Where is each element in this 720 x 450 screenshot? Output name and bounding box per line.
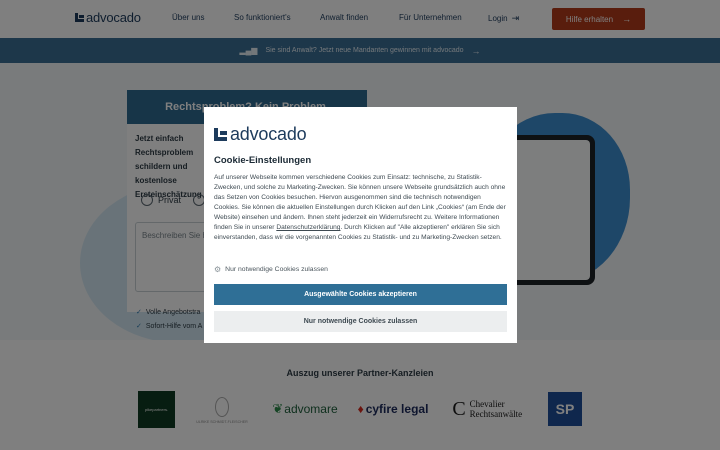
logo-mark-icon xyxy=(214,128,227,141)
necessary-cookies-option[interactable]: ⚙ Nur notwendige Cookies zulassen xyxy=(214,265,328,274)
privacy-policy-link[interactable]: Datenschutzerklärung xyxy=(276,224,340,231)
cookie-text-part: Auf unserer Webseite kommen verschiedene… xyxy=(214,174,506,231)
cookie-dialog-text: Auf unserer Webseite kommen verschiedene… xyxy=(214,173,507,243)
brand-name: advocado xyxy=(230,124,307,144)
gear-icon: ⚙ xyxy=(214,265,222,274)
accept-selected-cookies-button[interactable]: Ausgewählte Cookies akzeptieren xyxy=(214,284,507,305)
necessary-cookies-only-button[interactable]: Nur notwendige Cookies zulassen xyxy=(214,311,507,332)
cookie-dialog-title: Cookie-Einstellungen xyxy=(214,155,312,166)
necessary-cookies-option-label: Nur notwendige Cookies zulassen xyxy=(225,266,328,273)
cookie-settings-dialog: advocado Cookie-Einstellungen Auf unsere… xyxy=(204,107,517,343)
modal-brand-logo: advocado xyxy=(214,124,307,145)
